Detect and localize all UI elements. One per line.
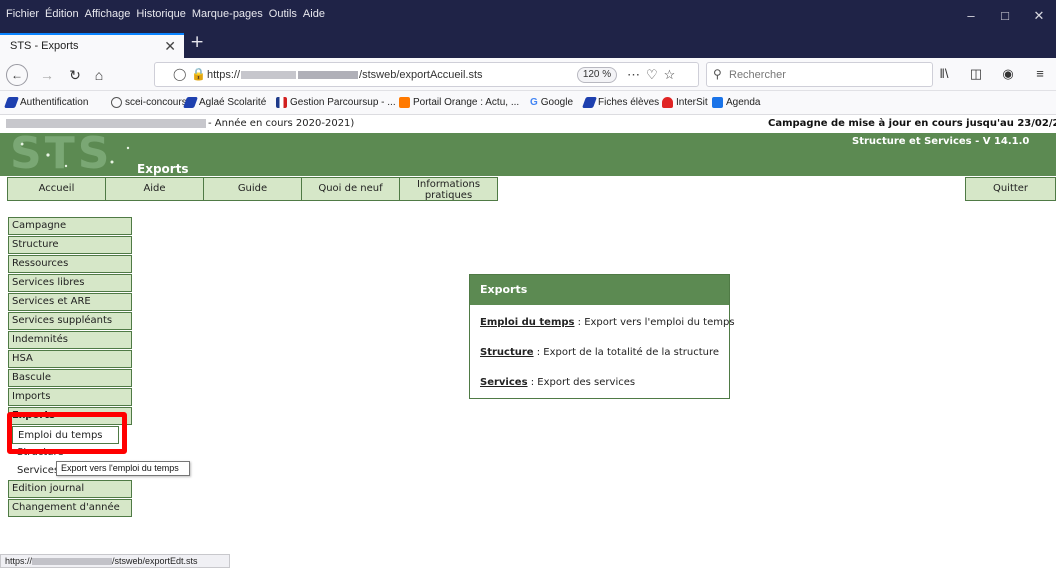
hamburger-menu-icon[interactable]: ≡	[1024, 66, 1056, 82]
bookmarks-toolbar: Authentification scei-concours Aglaé Sco…	[0, 91, 1056, 115]
sidebar-item-services-et-are[interactable]: Services et ARE	[8, 293, 132, 311]
status-bar-url: https:///stsweb/exportEdt.sts	[0, 554, 230, 568]
forward-arrow-icon[interactable]: →	[36, 64, 58, 86]
bookmark-portail-orange[interactable]: Portail Orange : Actu, ...	[399, 97, 519, 108]
bookmark-google[interactable]: G Google	[530, 97, 573, 108]
menu-aide[interactable]: Aide	[303, 8, 325, 20]
sidebar-item-services-suppleants[interactable]: Services suppléants	[8, 312, 132, 330]
address-bar[interactable]: ◯ 🔒 https:///stsweb/exportAccueil.sts 12…	[154, 62, 699, 87]
toolbar-icons: ‖\ ◫ ◉ ≡	[928, 66, 1056, 82]
orange-icon	[399, 97, 410, 108]
bookmark-authentification[interactable]: Authentification	[3, 97, 88, 108]
tab-sts-exports[interactable]: STS - Exports ✕	[0, 33, 184, 58]
lock-icon: 🔒	[191, 67, 206, 81]
back-arrow-icon[interactable]: ←	[6, 64, 28, 86]
panel-row-emploi-du-temps: Emploi du temps : Export vers l'emploi d…	[480, 317, 735, 328]
link-services[interactable]: Services	[480, 377, 528, 388]
search-placeholder: Rechercher	[729, 69, 786, 81]
sts-logo: STS	[8, 128, 136, 179]
tab-title: STS - Exports	[10, 40, 79, 52]
globe-icon	[111, 97, 122, 108]
reload-icon[interactable]: ↻	[64, 64, 86, 86]
menu-outils[interactable]: Outils	[269, 8, 297, 20]
close-window-icon[interactable]: ✕	[1022, 0, 1056, 31]
page-actions-icons[interactable]: ⋯♡☆	[627, 67, 681, 83]
panel-row-structure: Structure : Export de la totalité de la …	[480, 347, 720, 358]
tooltip: Export vers l'emploi du temps	[56, 461, 190, 476]
menu-affichage[interactable]: Affichage	[85, 8, 131, 20]
sidebar-item-indemnites[interactable]: Indemnités	[8, 331, 132, 349]
sts-banner: STS Exports Structure et Services - V 14…	[0, 128, 1056, 179]
flag-icon	[276, 97, 287, 108]
nav-accueil[interactable]: Accueil	[7, 177, 106, 201]
logo-text: STS	[10, 128, 113, 179]
bookmark-icon	[182, 97, 199, 108]
sidebar-item-hsa[interactable]: HSA	[8, 350, 132, 368]
nav-guide[interactable]: Guide	[203, 177, 302, 201]
shield-icon[interactable]: ◯	[173, 67, 186, 81]
google-icon: G	[530, 97, 538, 108]
window-controls: – □ ✕	[954, 0, 1056, 31]
sidebar-item-services-libres[interactable]: Services libres	[8, 274, 132, 292]
bookmark-scei-concours[interactable]: scei-concours	[111, 97, 187, 108]
link-emploi-du-temps[interactable]: Emploi du temps	[480, 317, 574, 328]
bookmark-fiches-eleves[interactable]: Fiches élèves	[581, 97, 659, 108]
url-text: https:///stsweb/exportAccueil.sts	[207, 69, 483, 81]
search-input[interactable]: ⚲ Rechercher	[706, 62, 933, 87]
sidebar-item-changement-annee[interactable]: Changement d'année	[8, 499, 132, 517]
module-title: Exports	[137, 162, 189, 176]
zoom-badge[interactable]: 120 %	[577, 67, 617, 83]
browser-menubar: Fichier Édition Affichage Historique Mar…	[0, 0, 1056, 31]
sidebar-item-edition-journal[interactable]: Edition journal	[8, 480, 132, 498]
bookmark-intersit[interactable]: InterSit	[662, 97, 708, 108]
panel-title: Exports	[470, 275, 729, 305]
link-structure[interactable]: Structure	[480, 347, 534, 358]
tab-strip: STS - Exports ✕	[0, 31, 1056, 58]
sidebar-icon[interactable]: ◫	[960, 66, 992, 82]
menu-edition[interactable]: Édition	[45, 8, 79, 20]
bookmark-agenda[interactable]: Agenda	[712, 97, 760, 108]
sidebar-item-bascule[interactable]: Bascule	[8, 369, 132, 387]
nav-quitter[interactable]: Quitter	[965, 177, 1056, 201]
nav-quoi-de-neuf[interactable]: Quoi de neuf	[301, 177, 400, 201]
app-version: Structure et Services - V 14.1.0	[852, 136, 1030, 147]
top-navigation: Accueil Aide Guide Quoi de neuf Informat…	[0, 177, 1056, 201]
highlight-box	[7, 412, 127, 454]
bookmark-icon	[581, 97, 598, 108]
calendar-icon	[712, 97, 723, 108]
exports-panel: Exports Emploi du temps : Export vers l'…	[469, 274, 735, 399]
sidebar-item-structure[interactable]: Structure	[8, 236, 132, 254]
close-tab-icon[interactable]: ✕	[164, 38, 176, 55]
home-icon[interactable]: ⌂	[88, 64, 110, 86]
account-icon[interactable]: ◉	[992, 66, 1024, 82]
bookmark-icon	[3, 97, 20, 108]
menu-list: Fichier Édition Affichage Historique Mar…	[6, 8, 331, 20]
bookmark-parcoursup[interactable]: Gestion Parcoursup - ...	[276, 97, 396, 108]
search-icon: ⚲	[713, 67, 722, 81]
menu-historique[interactable]: Historique	[136, 8, 186, 20]
sidebar-item-campagne[interactable]: Campagne	[8, 217, 132, 235]
establishment-info-line: - Année en cours 2020-2021) Campagne de …	[0, 115, 1056, 133]
navigation-toolbar: ← → ↻ ⌂ ◯ 🔒 https:///stsweb/exportAccuei…	[0, 58, 1056, 91]
nav-aide[interactable]: Aide	[105, 177, 204, 201]
maximize-icon[interactable]: □	[988, 0, 1022, 31]
intersit-icon	[662, 97, 673, 108]
panel-row-services: Services : Export des services	[480, 377, 636, 388]
nav-informations-pratiques[interactable]: Informations pratiques	[399, 177, 498, 201]
menu-marque-pages[interactable]: Marque-pages	[192, 8, 263, 20]
sidebar-item-ressources[interactable]: Ressources	[8, 255, 132, 273]
campaign-notice: Campagne de mise à jour en cours jusqu'a…	[768, 118, 1056, 129]
sidebar-item-imports[interactable]: Imports	[8, 388, 132, 406]
bookmark-aglae-scolarite[interactable]: Aglaé Scolarité	[182, 97, 266, 108]
menu-fichier[interactable]: Fichier	[6, 8, 39, 20]
minimize-icon[interactable]: –	[954, 0, 988, 31]
library-icon[interactable]: ‖\	[928, 66, 960, 82]
new-tab-icon[interactable]: +	[190, 32, 204, 52]
